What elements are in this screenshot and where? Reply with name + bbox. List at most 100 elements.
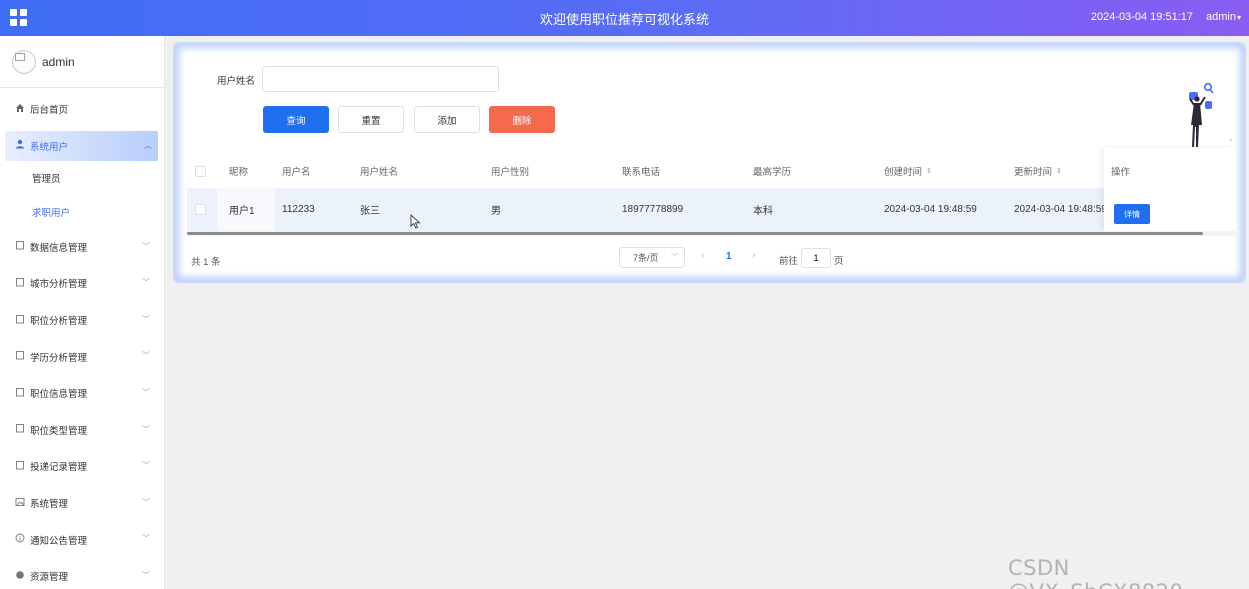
sidebar-subitem-admins[interactable]: 管理员 — [0, 161, 164, 195]
avatar — [12, 50, 36, 74]
chevron-up-icon: ︿ — [144, 140, 152, 150]
chevron-down-icon: ﹀ — [142, 497, 150, 507]
col-username: 用户名 — [282, 167, 311, 178]
sidebar-item-education-analysis[interactable]: 学历分析管理 ﹀ — [0, 338, 164, 375]
document-icon — [14, 387, 25, 400]
delete-button[interactable]: 删除 — [489, 106, 555, 133]
table-header: 昵称 用户名 用户姓名 用户性别 联系电话 最高学历 创建时间 ⇕ 更新时间 ⇕ — [187, 155, 1236, 187]
col-gender: 用户性别 — [491, 167, 530, 178]
horizontal-scrollbar[interactable] — [187, 231, 1236, 236]
sidebar-item-resources[interactable]: 资源管理 ﹀ — [0, 558, 164, 589]
goto-suffix: 页 — [834, 256, 844, 267]
user-icon — [14, 139, 25, 152]
row-checkbox[interactable] — [195, 188, 206, 231]
col-phone: 联系电话 — [622, 167, 661, 178]
col-name: 用户姓名 — [360, 167, 399, 178]
sidebar-item-label: 系统管理 — [30, 499, 69, 511]
sort-icon[interactable]: ⇕ — [1056, 167, 1062, 175]
document-icon — [14, 460, 25, 473]
sidebar-item-label: 职位类型管理 — [30, 425, 88, 437]
sidebar-item-notice[interactable]: 通知公告管理 ﹀ — [0, 521, 164, 558]
search-input[interactable] — [262, 66, 499, 92]
chevron-down-icon: ﹀ — [142, 424, 150, 434]
sidebar-item-label: 资源管理 — [30, 572, 69, 584]
sidebar-item-city-analysis[interactable]: 城市分析管理 ﹀ — [0, 265, 164, 302]
operation-column: 操作 详情 — [1104, 148, 1236, 231]
chevron-down-icon: ﹀ — [142, 534, 150, 544]
col-updated[interactable]: 更新时间 ⇕ — [1014, 155, 1062, 187]
sort-icon[interactable]: ⇕ — [926, 167, 932, 175]
col-updated-label: 更新时间 — [1014, 167, 1053, 178]
sidebar-item-delivery-records[interactable]: 投递记录管理 ﹀ — [0, 448, 164, 485]
sidebar-item-system-management[interactable]: 系统管理 ﹀ — [0, 485, 164, 522]
document-icon — [14, 423, 25, 436]
document-icon — [14, 277, 25, 290]
sidebar-item-home[interactable]: 后台首页 — [0, 91, 164, 128]
watermark: CSDN @VX_ShCX8820 — [1008, 556, 1183, 589]
user-menu[interactable]: admin▾ — [1206, 11, 1241, 23]
cell-updated: 2024-03-04 19:48:59 — [1014, 204, 1107, 215]
sidebar-user: admin — [0, 36, 164, 88]
page-size-select[interactable]: 7条/页 ﹀ — [619, 247, 685, 268]
info-icon — [14, 533, 25, 546]
sidebar-item-label: 通知公告管理 — [30, 535, 88, 547]
col-nickname: 昵称 — [229, 167, 249, 178]
total-count: 共 1 条 — [191, 257, 221, 268]
table-row[interactable]: 用户1 112233 张三 男 18977778899 本科 2024-03-0… — [187, 188, 1236, 231]
document-icon — [14, 314, 25, 327]
page-size-value: 7条/页 — [633, 253, 659, 263]
sidebar-item-label: 后台首页 — [30, 105, 69, 117]
chevron-down-icon: ﹀ — [142, 314, 150, 324]
cell-education: 本科 — [753, 206, 773, 217]
sidebar-item-label: 系统用户 — [30, 141, 69, 153]
chevron-down-icon: ﹀ — [142, 278, 150, 288]
chevron-down-icon: ﹀ — [142, 241, 150, 251]
col-created-label: 创建时间 — [884, 167, 923, 178]
search-label: 用户姓名 — [217, 76, 256, 87]
sidebar-item-label: 学历分析管理 — [30, 352, 88, 364]
chevron-down-icon: ﹀ — [671, 254, 678, 261]
chevron-down-icon: ﹀ — [142, 387, 150, 397]
chevron-down-icon: ﹀ — [142, 570, 150, 580]
sidebar-item-data-info[interactable]: 数据信息管理 ﹀ — [0, 229, 164, 266]
goto-page-input[interactable] — [801, 248, 831, 268]
sidebar-item-position-type[interactable]: 职位类型管理 ﹀ — [0, 412, 164, 449]
sidebar-item-label: 投递记录管理 — [30, 462, 88, 474]
next-page-button[interactable]: › — [752, 250, 755, 261]
sidebar-item-label: 数据信息管理 — [30, 242, 88, 254]
cell-gender: 男 — [491, 206, 501, 217]
chevron-down-icon: ﹀ — [142, 461, 150, 471]
mouse-cursor-icon — [410, 214, 421, 229]
home-icon — [14, 103, 25, 116]
sidebar-item-label: 城市分析管理 — [30, 279, 88, 291]
current-datetime: 2024-03-04 19:51:17 — [1090, 11, 1193, 23]
location-icon — [14, 570, 25, 583]
user-menu-label: admin — [1206, 11, 1236, 23]
sidebar-item-label: 职位信息管理 — [30, 389, 88, 401]
cell-created: 2024-03-04 19:48:59 — [884, 204, 977, 215]
top-header: 欢迎使用职位推荐可视化系统 2024-03-04 19:51:17 admin▾ — [0, 0, 1249, 36]
page-number-1[interactable]: 1 — [726, 251, 732, 262]
image-icon — [14, 497, 25, 510]
chevron-down-icon: ﹀ — [142, 351, 150, 361]
col-created[interactable]: 创建时间 ⇕ — [884, 155, 932, 187]
cell-username: 112233 — [282, 204, 315, 215]
app-title: 欢迎使用职位推荐可视化系统 — [539, 12, 709, 27]
chevron-down-icon: ▾ — [1236, 13, 1241, 22]
sidebar-item-position-analysis[interactable]: 职位分析管理 ﹀ — [0, 302, 164, 339]
select-all-checkbox[interactable] — [195, 155, 206, 187]
reset-button[interactable]: 重置 — [338, 106, 404, 133]
sidebar-username: admin — [42, 55, 75, 69]
scrollbar-thumb[interactable] — [187, 232, 1203, 235]
sidebar-item-system-users[interactable]: 系统用户 ︿ — [5, 130, 158, 161]
sidebar-item-position-info[interactable]: 职位信息管理 ﹀ — [0, 375, 164, 412]
add-button[interactable]: 添加 — [414, 106, 480, 133]
prev-page-button[interactable]: ‹ — [701, 250, 704, 261]
sidebar-subitem-job-seekers[interactable]: 求职用户 — [0, 195, 164, 229]
document-icon — [14, 240, 25, 253]
query-button[interactable]: 查询 — [263, 106, 329, 133]
cell-name: 张三 — [360, 206, 380, 217]
cell-nickname: 用户1 — [217, 188, 275, 231]
detail-button[interactable]: 详情 — [1114, 204, 1150, 224]
cell-phone: 18977778899 — [622, 204, 684, 215]
